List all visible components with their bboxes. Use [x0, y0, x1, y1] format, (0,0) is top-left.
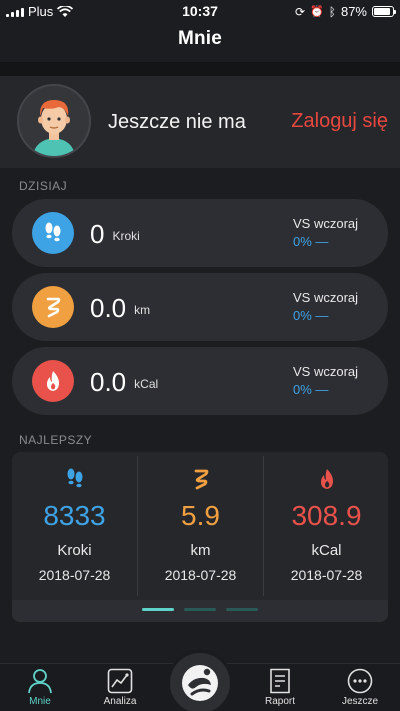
best-pager	[12, 600, 388, 622]
today-steps-unit: Kroki	[112, 229, 140, 244]
tab-raport-label: Raport	[264, 696, 295, 707]
status-bar: Plus 10:37 ⟳ ⏰ ᛒ 87%	[0, 0, 400, 22]
today-distance-change: 0% —	[293, 308, 329, 323]
today-calories-card[interactable]: 0.0 kCal VS wczoraj 0% —	[12, 347, 388, 415]
best-calories-label: kCal	[311, 542, 342, 559]
best-calories: 308.9 kCal 2018-07-28	[264, 452, 389, 600]
best-calories-value: 308.9	[291, 500, 362, 531]
bluetooth-icon: ᛒ	[328, 4, 336, 19]
battery-icon	[372, 6, 396, 17]
rotation-lock-icon: ⟳	[295, 4, 306, 19]
more-icon	[328, 668, 392, 694]
profile-row: Jeszcze nie ma Zaloguj się	[0, 76, 400, 168]
today-calories-unit: kCal	[134, 377, 159, 392]
today-distance-value: 0.0 km	[90, 293, 151, 323]
flame-icon	[32, 360, 74, 402]
best-steps-label: Kroki	[57, 542, 92, 559]
start-workout-button[interactable]	[167, 650, 233, 711]
today-steps-value: 0 Kroki	[90, 219, 140, 249]
battery-fill	[374, 8, 390, 15]
tab-jeszcze[interactable]: Jeszcze	[328, 668, 392, 707]
best-distance-label: km	[190, 542, 211, 559]
tab-jeszcze-label: Jeszcze	[341, 696, 379, 707]
best-distance: 5.9 km 2018-07-28	[138, 452, 263, 600]
battery-percent: 87%	[340, 4, 367, 19]
best-calories-date: 2018-07-28	[290, 567, 363, 583]
login-link[interactable]: Zaloguj się	[291, 110, 388, 133]
page-dot-3[interactable]	[226, 608, 258, 611]
today-distance-card[interactable]: 0.0 km VS wczoraj 0% —	[12, 273, 388, 341]
today-distance-unit: km	[134, 303, 151, 318]
best-section-label: NAJLEPSZY	[19, 433, 93, 447]
best-steps: 8333 Kroki 2018-07-28	[12, 452, 137, 600]
today-calories-value: 0.0 kCal	[90, 367, 159, 397]
profile-name: Jeszcze nie ma	[108, 111, 246, 133]
person-icon	[8, 668, 72, 694]
header-divider	[0, 62, 400, 76]
tab-mnie-label: Mnie	[29, 696, 51, 707]
tab-mnie[interactable]: Mnie	[8, 668, 72, 707]
runner-icon	[182, 665, 218, 701]
flame-icon	[264, 466, 389, 492]
today-calories-vs-label: VS wczoraj	[293, 364, 359, 379]
today-steps-vs-label: VS wczoraj	[293, 216, 359, 231]
report-icon	[248, 668, 312, 694]
chart-icon	[88, 668, 152, 694]
alarm-icon: ⏰	[310, 6, 324, 18]
today-calories-change: 0% —	[293, 382, 329, 397]
page-dot-1[interactable]	[142, 608, 174, 611]
best-steps-date: 2018-07-28	[38, 567, 111, 583]
today-steps-card[interactable]: 0 Kroki VS wczoraj 0% —	[12, 199, 388, 267]
footprints-icon	[32, 212, 74, 254]
footprints-icon	[12, 466, 137, 492]
tab-analiza-label: Analiza	[103, 696, 137, 707]
best-steps-value: 8333	[43, 500, 106, 531]
route-icon	[32, 286, 74, 328]
page-title: Mnie	[177, 28, 223, 49]
today-section-label: DZISIAJ	[19, 179, 68, 193]
best-distance-date: 2018-07-28	[164, 567, 237, 583]
best-panel[interactable]: 8333 Kroki 2018-07-28 5.9 km 2018-07-28 …	[12, 452, 388, 622]
today-steps-change: 0% —	[293, 234, 329, 249]
tab-raport[interactable]: Raport	[248, 668, 312, 707]
route-icon	[138, 466, 263, 492]
status-right: ⟳ ⏰ ᛒ 87%	[295, 4, 396, 19]
page-dot-2[interactable]	[184, 608, 216, 611]
tab-analiza[interactable]: Analiza	[88, 668, 152, 707]
best-distance-value: 5.9	[181, 500, 220, 531]
avatar[interactable]	[17, 84, 91, 158]
page-indicator	[12, 608, 388, 611]
tab-bar: Mnie Analiza Raport Jeszcze	[0, 650, 400, 711]
today-distance-vs-label: VS wczoraj	[293, 290, 359, 305]
avatar-person-icon	[19, 86, 89, 156]
